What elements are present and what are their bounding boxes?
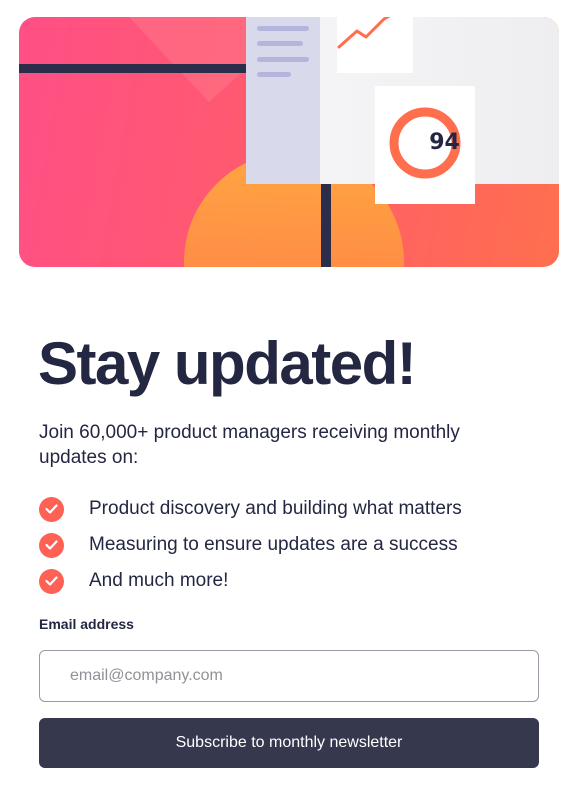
score-value: 94: [429, 130, 460, 155]
feature-list: Product discovery and building what matt…: [39, 491, 462, 599]
subscribe-button[interactable]: Subscribe to monthly newsletter: [39, 718, 539, 768]
list-item: Product discovery and building what matt…: [39, 491, 462, 527]
email-field[interactable]: [39, 650, 539, 702]
intro-text: Join 60,000+ product managers receiving …: [39, 422, 460, 468]
check-circle-icon: [39, 496, 64, 522]
hero-illustration: 94: [19, 17, 559, 267]
page-title: Stay updated!: [38, 330, 417, 397]
check-circle-icon: [39, 568, 64, 594]
feature-text: And much more!: [89, 570, 229, 591]
list-item: And much more!: [39, 563, 462, 599]
check-circle-icon: [39, 532, 64, 558]
feature-text: Product discovery and building what matt…: [89, 498, 462, 519]
email-label: Email address: [39, 616, 134, 632]
list-item: Measuring to ensure updates are a succes…: [39, 527, 462, 563]
feature-text: Measuring to ensure updates are a succes…: [89, 534, 458, 555]
